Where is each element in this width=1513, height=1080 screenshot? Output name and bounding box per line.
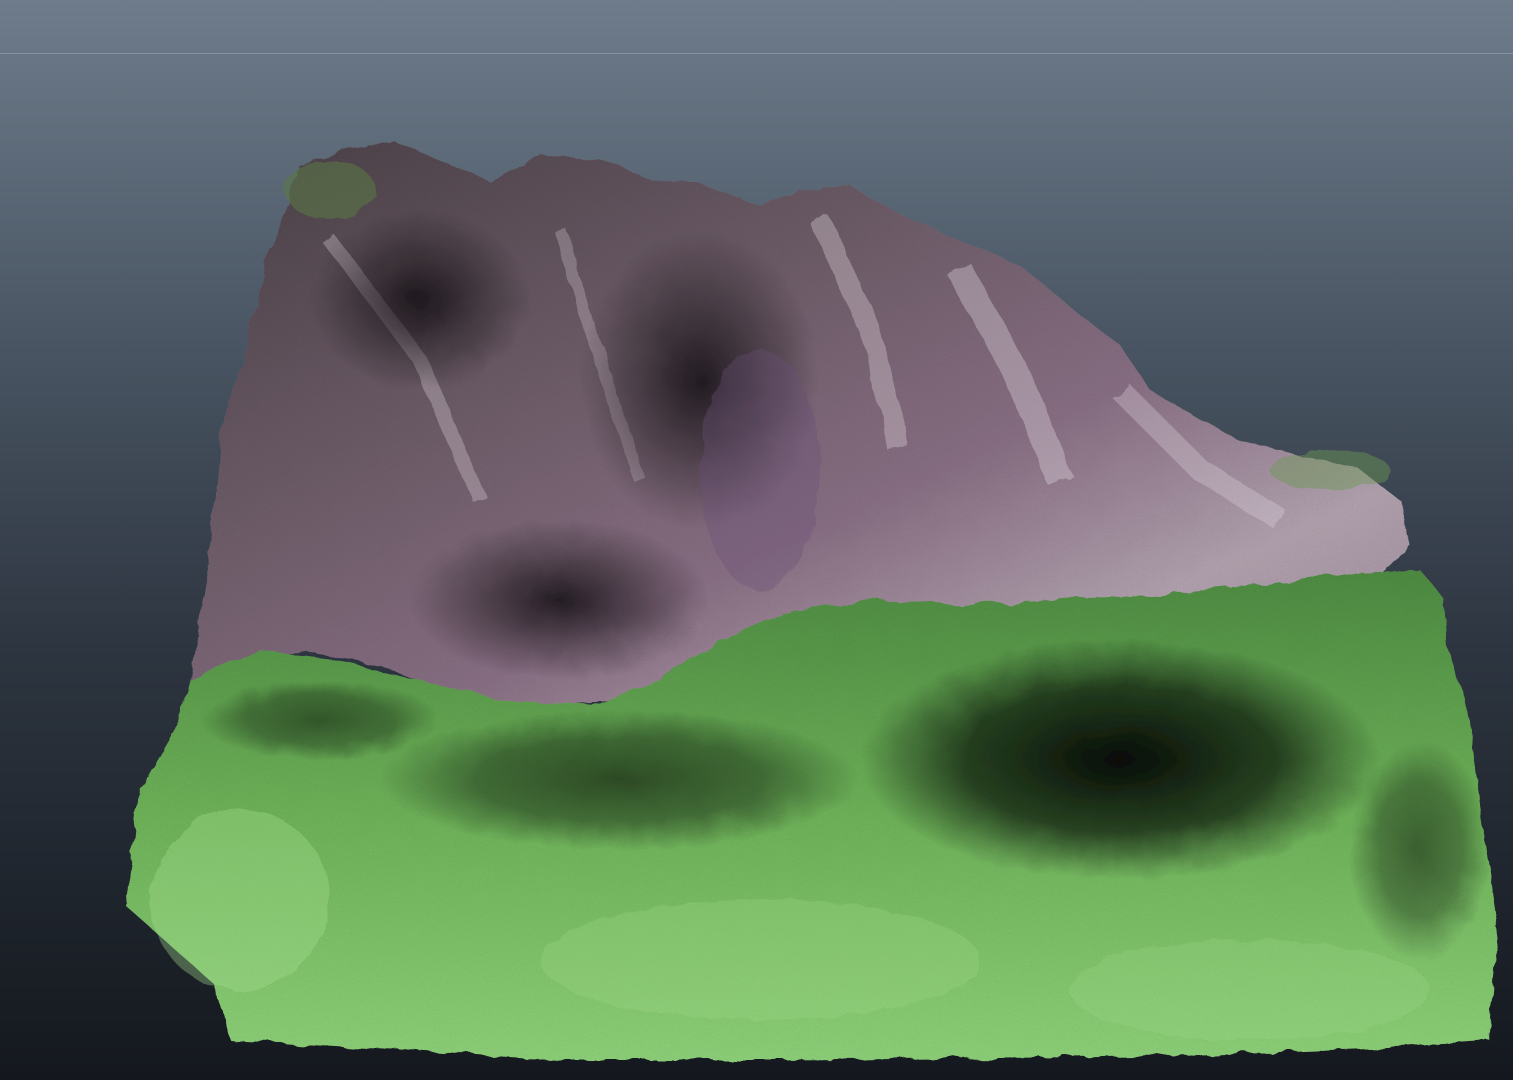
terrain-model[interactable]	[0, 0, 1513, 1080]
3d-viewport[interactable]	[0, 0, 1513, 1080]
